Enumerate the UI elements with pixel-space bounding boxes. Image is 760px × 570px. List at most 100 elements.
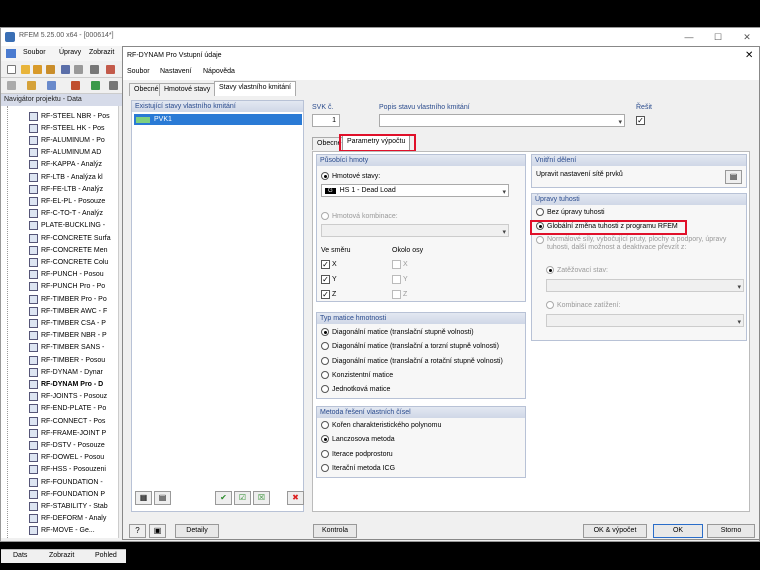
- tree-item[interactable]: RF-FRAME-JOINT P: [29, 427, 106, 439]
- tree-item[interactable]: RF-TIMBER CSA - P: [29, 317, 106, 329]
- radio-matice-1[interactable]: Diagonální matice (translační stupně vol…: [321, 328, 474, 336]
- radio-matice-3[interactable]: Diagonální matice (translační a rotační …: [321, 357, 503, 365]
- tree-item[interactable]: RF-TIMBER SANS -: [29, 342, 104, 354]
- add-mode-icon[interactable]: ▦: [135, 491, 152, 505]
- tree-item[interactable]: RF-STEEL HK - Pos: [29, 122, 105, 134]
- tree-item[interactable]: RF-C-TO-T - Analýz: [29, 208, 103, 220]
- hmotova-kombinace-select[interactable]: ▾: [321, 224, 509, 237]
- view-icon[interactable]: [109, 81, 118, 90]
- radio-zatezovaci-stav[interactable]: Zatěžovací stav:: [546, 266, 608, 274]
- hmotove-stavy-select[interactable]: G HS 1 - Dead Load ▾: [321, 184, 509, 197]
- mesh-settings-icon[interactable]: ▤: [725, 170, 742, 184]
- radio-matice-4[interactable]: Konzistentní matice: [321, 371, 393, 379]
- maximize-icon[interactable]: ☐: [712, 31, 724, 43]
- help-icon[interactable]: ?: [129, 524, 146, 538]
- dialog-menu-napoveda[interactable]: Nápověda: [203, 68, 235, 75]
- svk-number-field[interactable]: 1: [312, 114, 340, 127]
- ve-smeru-z-checkbox[interactable]: ✓ Z: [321, 290, 336, 299]
- radio-normalove-sily[interactable]: Normálové síly, vybočující pruty, plochy…: [536, 236, 726, 252]
- kontrola-button[interactable]: Kontrola: [313, 524, 357, 538]
- folder-icon[interactable]: [46, 65, 55, 74]
- tree-item[interactable]: RF-CONCRETE Colu: [29, 256, 108, 268]
- tree-item[interactable]: RF-TIMBER - Posou: [29, 354, 105, 366]
- okolo-osy-x-checkbox[interactable]: X: [392, 260, 408, 269]
- radio-bez-upravy[interactable]: Bez úpravy tuhosti: [536, 208, 605, 216]
- check-all-icon[interactable]: ✔: [215, 491, 232, 505]
- tree-item[interactable]: RF-PUNCH - Posou: [29, 269, 104, 281]
- resit-checkbox[interactable]: ✓: [636, 116, 647, 125]
- tab-hmotove-stavy[interactable]: Hmotové stavy: [159, 83, 216, 96]
- tree-item[interactable]: RF-TIMBER AWC - F: [29, 305, 107, 317]
- ve-smeru-x-checkbox[interactable]: ✓ X: [321, 260, 337, 269]
- minimize-icon[interactable]: —: [683, 31, 695, 43]
- tree-item[interactable]: RF-JOINTS - Posouz: [29, 391, 107, 403]
- tree-item[interactable]: RF-CONCRETE Surfa: [29, 232, 111, 244]
- tree-item[interactable]: RF-EL-PL - Posouze: [29, 195, 105, 207]
- ok-button[interactable]: OK: [653, 524, 703, 538]
- units-icon[interactable]: ▣: [149, 524, 166, 538]
- storno-button[interactable]: Storno: [707, 524, 755, 538]
- copy-mode-icon[interactable]: ▤: [154, 491, 171, 505]
- export-icon[interactable]: [106, 65, 115, 74]
- tree-item[interactable]: RF-STEEL NBR - Pos: [29, 110, 110, 122]
- tree-item[interactable]: RF-FOUNDATION -: [29, 476, 103, 488]
- popis-field[interactable]: ▾: [379, 114, 625, 127]
- list-item-selected[interactable]: PVK1: [134, 114, 302, 125]
- tree-item[interactable]: RF-PUNCH Pro - Po: [29, 281, 105, 293]
- nav-tab-data[interactable]: Dats: [13, 552, 27, 559]
- tree-item[interactable]: RF-DYNAM Pro - D: [29, 378, 103, 390]
- okolo-osy-z-checkbox[interactable]: Z: [392, 290, 407, 299]
- tree-item[interactable]: RF-DEFORM - Analy: [29, 513, 106, 525]
- tree-item[interactable]: PLATE-BUCKLING -: [29, 220, 105, 232]
- edit-icon[interactable]: [27, 81, 36, 90]
- radio-metoda-3[interactable]: Iterace podprostoru: [321, 450, 393, 458]
- tree-item[interactable]: RF-KAPPA - Analýz: [29, 159, 102, 171]
- radio-metoda-4[interactable]: Iterační metoda ICG: [321, 464, 395, 472]
- dialog-menu-nastaveni[interactable]: Nastavení: [160, 68, 192, 75]
- ok-vypocet-button[interactable]: OK & výpočet: [583, 524, 647, 538]
- tree-item[interactable]: RF-ALUMINUM - Po: [29, 134, 105, 146]
- tab-stavy-vlastniho-kmitani[interactable]: Stavy vlastního kmitání: [214, 81, 296, 96]
- open-recent-icon[interactable]: [33, 65, 42, 74]
- select-icon[interactable]: [7, 81, 16, 90]
- print-icon[interactable]: [74, 65, 83, 74]
- close-icon[interactable]: ✕: [741, 31, 753, 43]
- tree-item[interactable]: RF-HSS - Posouzeni: [29, 464, 106, 476]
- tool-icon[interactable]: [47, 81, 56, 90]
- tree-item[interactable]: RF-DSTV - Posouze: [29, 439, 105, 451]
- results-icon[interactable]: [91, 81, 100, 90]
- radio-hmotova-kombinace[interactable]: Hmotová kombinace:: [321, 212, 398, 220]
- delete-icon[interactable]: ✖: [287, 491, 304, 505]
- radio-matice-5[interactable]: Jednotková matice: [321, 385, 390, 393]
- zatezovaci-select[interactable]: ▾: [546, 279, 744, 292]
- dialog-menu-soubor[interactable]: Soubor: [127, 68, 150, 75]
- navigator-tree[interactable]: RF-STEEL NBR - Pos RF-STEEL HK - Pos RF-AL…: [1, 106, 126, 538]
- tree-item[interactable]: RF-LTB - Analýza kl: [29, 171, 103, 183]
- okolo-osy-y-checkbox[interactable]: Y: [392, 275, 408, 284]
- open-icon[interactable]: [21, 65, 30, 74]
- kombinace-select[interactable]: ▾: [546, 314, 744, 327]
- uncheck-icon[interactable]: ☒: [253, 491, 270, 505]
- tree-item[interactable]: RF-MOVE - Ge...: [29, 525, 95, 537]
- tree-item[interactable]: RF-END-PLATE - Po: [29, 403, 106, 415]
- tree-item[interactable]: RF-FOUNDATION P: [29, 488, 105, 500]
- tree-item[interactable]: RF-DYNAM - Dynar: [29, 366, 103, 378]
- radio-metoda-2[interactable]: Lanczosova metoda: [321, 435, 395, 443]
- radio-metoda-1[interactable]: Kořen charakteristického polynomu: [321, 421, 441, 429]
- nav-tab-pohled[interactable]: Pohled: [95, 552, 117, 559]
- tree-item[interactable]: RF-TIMBER NBR - P: [29, 330, 107, 342]
- nav-tab-zobrazit[interactable]: Zobrazit: [49, 552, 74, 559]
- tree-item[interactable]: RF-DOWEL - Posou: [29, 452, 104, 464]
- save-icon[interactable]: [61, 65, 70, 74]
- menu-soubor[interactable]: Soubor: [23, 49, 46, 56]
- ve-smeru-y-checkbox[interactable]: ✓ Y: [321, 275, 337, 284]
- detaily-button[interactable]: Detaily: [175, 524, 219, 538]
- print-preview-icon[interactable]: [90, 65, 99, 74]
- tree-item[interactable]: RF-CONNECT - Pos: [29, 415, 105, 427]
- tree-item[interactable]: RF-STABILITY - Stab: [29, 500, 108, 512]
- check-selected-icon[interactable]: ☑: [234, 491, 251, 505]
- radio-matice-2[interactable]: Diagonální matice (translační a torzní s…: [321, 342, 499, 350]
- tree-item[interactable]: RF-ALUMINUM AD: [29, 147, 101, 159]
- new-icon[interactable]: [7, 65, 16, 74]
- menu-zobrazit[interactable]: Zobrazit: [89, 49, 114, 56]
